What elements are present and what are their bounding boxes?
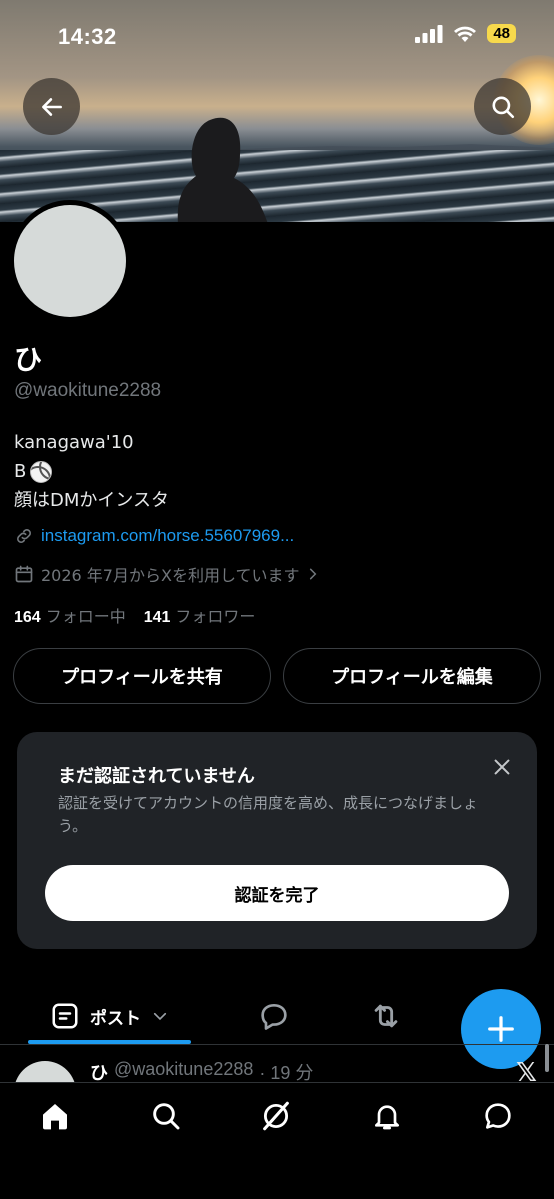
home-icon xyxy=(43,1104,67,1130)
grok-icon xyxy=(263,1101,289,1131)
share-profile-button[interactable]: プロフィールを共有 xyxy=(13,648,271,704)
post-avatar[interactable] xyxy=(14,1061,76,1082)
joined-text: 2026 年7月からXを利用しています xyxy=(41,566,300,585)
followers-link[interactable]: 141 フォロワー xyxy=(144,603,256,627)
volleyball-icon xyxy=(30,460,53,483)
back-arrow-icon xyxy=(41,97,62,116)
scrollbar[interactable] xyxy=(545,1044,549,1072)
calendar-icon xyxy=(15,565,33,583)
close-icon[interactable] xyxy=(491,756,513,778)
wifi-icon xyxy=(454,26,477,42)
search-button[interactable] xyxy=(474,78,531,135)
profile-bio: kanagawa'10 B 顔はDMかインスタ xyxy=(14,428,169,515)
nav-search[interactable] xyxy=(149,1099,183,1133)
repost-icon xyxy=(374,1004,398,1028)
verify-card-title: まだ認証されていません xyxy=(58,766,255,787)
post-preview[interactable]: ひ @waokitune2288 · 19 分 xyxy=(0,1044,554,1082)
chevron-right-icon xyxy=(310,568,317,580)
following-label: フォロー中 xyxy=(45,607,126,626)
tab-posts[interactable]: ポスト xyxy=(28,988,191,1044)
follow-stats: 164 フォロー中 141 フォロワー xyxy=(14,603,255,627)
bio-line-2: B xyxy=(14,457,169,486)
posts-icon xyxy=(52,1003,78,1029)
post-time: · 19 分 xyxy=(259,1063,314,1082)
nav-messages[interactable] xyxy=(481,1099,515,1133)
nav-home[interactable] xyxy=(38,1099,72,1133)
tab-posts-label: ポスト xyxy=(90,1008,141,1029)
link-icon xyxy=(17,529,31,543)
hooded-person xyxy=(177,117,268,222)
chevron-down-icon[interactable] xyxy=(151,1007,169,1025)
avatar[interactable] xyxy=(14,205,126,317)
post-author-name: ひ xyxy=(90,1063,108,1082)
followers-label: フォロワー xyxy=(175,607,256,626)
battery-level: 48 xyxy=(487,24,516,43)
post-author-handle: @waokitune2288 xyxy=(114,1059,254,1079)
profile-banner[interactable]: 14:32 48 xyxy=(0,0,554,222)
following-link[interactable]: 164 フォロー中 xyxy=(14,603,126,627)
followers-count: 141 xyxy=(143,609,171,626)
bio-line-2-text: B xyxy=(14,461,27,482)
verify-card: まだ認証されていません 認証を受けてアカウントの信用度を高め、成長につなげましょ… xyxy=(17,732,537,949)
complete-verification-button[interactable]: 認証を完了 xyxy=(45,865,509,921)
profile-handle: @waokitune2288 xyxy=(14,380,162,401)
edit-profile-button[interactable]: プロフィールを編集 xyxy=(283,648,541,704)
search-icon xyxy=(491,95,514,118)
chat-icon xyxy=(485,1103,511,1129)
back-button[interactable] xyxy=(23,78,80,135)
status-icons: 48 xyxy=(415,24,516,43)
status-time: 14:32 xyxy=(58,24,117,49)
avatar-frame[interactable] xyxy=(9,200,131,322)
reply-icon xyxy=(261,1004,287,1030)
profile-link-row: instagram.com/horse.55607969... xyxy=(14,526,294,546)
tab-reposts[interactable] xyxy=(368,998,404,1034)
search-icon xyxy=(153,1103,180,1130)
bell-icon xyxy=(375,1105,399,1130)
signal-icon xyxy=(415,24,443,43)
nav-notifications[interactable] xyxy=(370,1099,404,1133)
nav-grok[interactable] xyxy=(259,1099,293,1133)
bio-line-1: kanagawa'10 xyxy=(14,432,134,453)
tab-replies[interactable] xyxy=(256,998,292,1034)
verify-card-body: 認証を受けてアカウントの信用度を高め、成長につなげましょう。 xyxy=(58,794,479,835)
post-header: ひ @waokitune2288 · 19 分 xyxy=(90,1059,313,1082)
joined-row[interactable]: 2026 年7月からXを利用しています xyxy=(14,562,320,586)
profile-name: ひ xyxy=(14,343,43,376)
bottom-nav xyxy=(0,1082,554,1199)
profile-link[interactable]: instagram.com/horse.55607969... xyxy=(41,526,294,546)
following-count: 164 xyxy=(14,609,41,626)
plus-icon xyxy=(488,1016,514,1042)
bio-line-3: 顔はDMかインスタ xyxy=(14,490,170,511)
